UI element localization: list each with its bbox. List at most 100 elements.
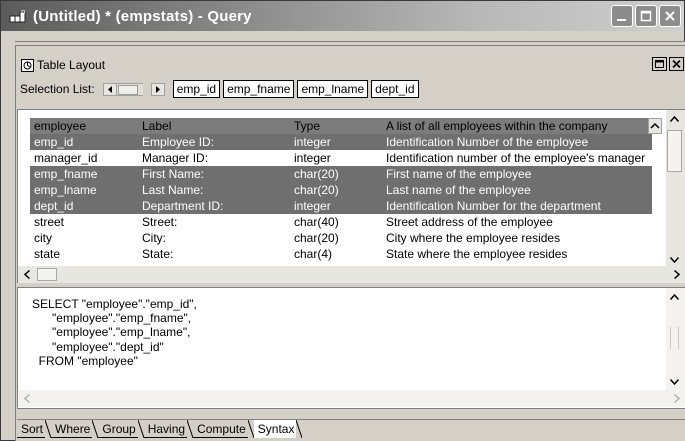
grid-vertical-scrollbar[interactable] [666,110,685,268]
column-type-cell: integer [294,135,331,149]
tab-label: Compute [197,422,246,436]
column-name-cell: street [34,215,65,229]
grid-hscroll-thumb[interactable] [37,268,57,281]
column-type-cell: char(20) [294,167,339,181]
tab-group[interactable]: Group [98,420,138,438]
grid-scroll-right-button[interactable] [668,266,685,283]
header-scroll-icon[interactable] [648,118,664,134]
grid-row[interactable]: emp_id Employee ID: integer Identification … [30,134,652,150]
selection-item[interactable]: emp_lname [297,80,369,98]
selection-item[interactable]: emp_fname [223,80,295,98]
maximize-button[interactable] [635,5,657,27]
scroll-left-button[interactable] [102,82,117,96]
arrow-up-icon [670,115,679,122]
column-description-cell: Identification Number for the department [386,199,601,213]
grid-row[interactable]: manager_id Manager ID: integer Identificati… [30,150,652,166]
selection-scroll-thumb[interactable] [117,84,138,95]
sql-vertical-scrollbar[interactable] [666,288,685,390]
title-bar[interactable]: p (Untitled) * (empstats) - Query [1,1,684,31]
sql-horizontal-scrollbar[interactable] [18,390,685,407]
sql-scroll-up-button[interactable] [666,288,683,305]
query-app-icon: p [9,8,27,24]
panel-maximize-button[interactable] [652,57,667,71]
arrow-right-icon [673,394,680,403]
column-name-cell: dept_id [34,199,74,213]
grid-scroll-up-button[interactable] [666,110,683,127]
column-name-cell: employee [34,119,87,133]
minimize-icon [617,19,626,21]
sql-syntax-pane[interactable]: SELECT "employee"."emp_id", "employee"."… [17,287,685,409]
maximize-icon [640,10,652,22]
panel-close-button[interactable] [669,57,684,71]
grid-scroll-thumb[interactable] [667,130,682,172]
selection-list-label: Selection List: [20,82,95,96]
grid-horizontal-scrollbar[interactable] [18,266,685,283]
panel-title: Table Layout [37,58,106,72]
query-window: p (Untitled) * (empstats) - Query Table … [0,0,685,441]
column-grid: employee Label Type A list of all employees… [17,109,685,283]
column-name-cell: emp_id [34,135,74,149]
column-label-cell: Department ID: [142,199,224,213]
column-name-cell: state [34,247,61,261]
tab-label: Group [102,422,136,436]
tab-syntax[interactable]: Syntax [253,420,297,438]
tab-label: Syntax [257,422,295,436]
window-title: (Untitled) * (empstats) - Query [33,7,252,25]
table-layout-icon [21,58,34,72]
sql-text: SELECT "employee"."emp_id", "employee"."… [32,297,197,368]
arrow-left-icon [23,394,30,403]
grid-scroll-left-button[interactable] [18,266,35,283]
column-label-cell: Last Name: [142,183,204,197]
tab-label: Sort [21,422,44,436]
arrow-right-icon [155,85,160,93]
tab-having[interactable]: Having [143,420,188,438]
grid-header-row: employee Label Type A list of all employees… [30,118,662,134]
sql-scroll-right-button[interactable] [668,390,685,407]
tab-sort[interactable]: Sort [17,420,46,438]
column-type-cell: Type [294,119,321,133]
selection-scroll-track[interactable] [116,82,143,96]
scroll-right-button[interactable] [150,82,165,96]
tab-compute[interactable]: Compute [193,420,248,438]
arrow-right-icon [673,270,680,279]
tab-where[interactable]: Where [51,420,93,438]
table-layout-panel-header: Table Layout [17,56,685,74]
column-label-cell: First Name: [142,167,205,181]
arrow-up-icon [670,293,679,300]
column-name-cell: emp_fname [34,167,98,181]
selection-item[interactable]: emp_id [172,80,221,98]
column-name-cell: city [34,231,52,245]
selection-item[interactable]: dept_id [371,80,419,98]
sql-scroll-down-button[interactable] [666,373,683,390]
arrow-left-icon [107,85,112,93]
grid-row[interactable]: dept_id Department ID: integer Identificati… [30,198,652,214]
close-button[interactable] [659,5,681,27]
column-grid-body: employee Label Type A list of all employees… [18,110,666,268]
column-label-cell: Employee ID: [142,135,215,149]
column-description-cell: City where the employee resides [386,231,561,245]
grid-row[interactable]: emp_lname Last Name: char(20) Last name of … [30,182,652,198]
column-label-cell: Manager ID: [142,151,209,165]
sql-scroll-thumb[interactable] [670,327,679,349]
column-type-cell: char(4) [294,247,333,261]
column-name-cell: manager_id [34,151,98,165]
column-type-cell: char(20) [294,183,339,197]
column-type-cell: char(40) [294,215,339,229]
column-description-cell: Identification Number of the employee [386,135,589,149]
grid-row[interactable]: state State: char(4) State where the employ… [30,246,652,262]
grid-row[interactable]: city City: char(20) City where the employee… [30,230,652,246]
minimize-button[interactable] [611,5,633,27]
column-description-cell: First name of the employee [386,167,532,181]
sql-scroll-left-button[interactable] [18,390,35,407]
arrow-down-icon [670,256,679,263]
column-label-cell: Label [142,119,172,133]
column-label-cell: State: [142,247,174,261]
column-type-cell: char(20) [294,231,339,245]
column-label-cell: Street: [142,215,178,229]
grid-row[interactable]: street Street: char(40) Street address of t… [30,214,652,230]
column-description-cell: Last name of the employee [386,183,531,197]
selection-list-row: Selection List: emp_id emp_fname emp_lname… [17,79,685,99]
grid-row[interactable]: emp_fname First Name: char(20) First name o… [30,166,652,182]
selection-scrollbar[interactable] [102,82,165,96]
close-icon [672,60,681,68]
